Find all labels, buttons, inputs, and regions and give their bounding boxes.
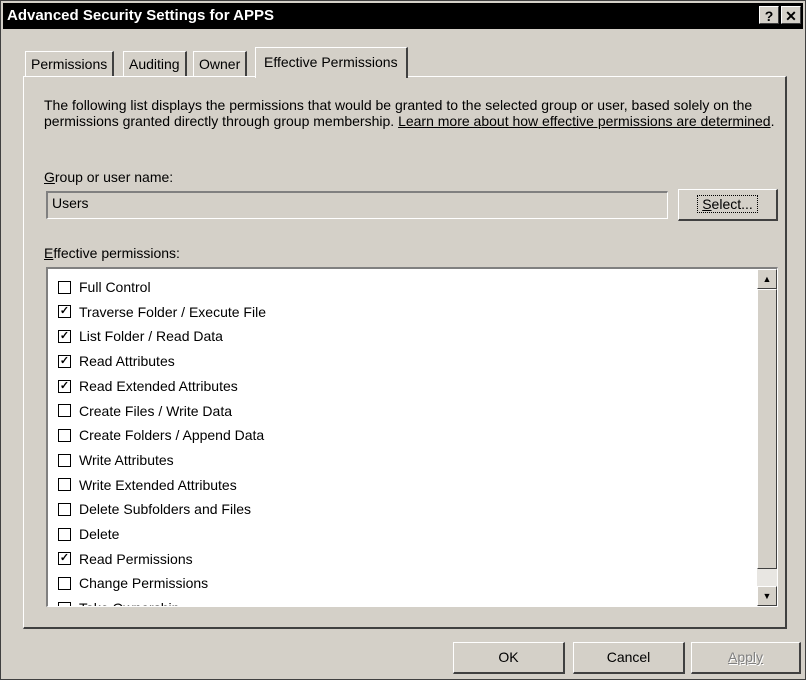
ok-button[interactable]: OK (453, 642, 565, 674)
permission-row[interactable]: Change Permissions (58, 571, 208, 595)
vertical-scrollbar[interactable]: ▲ ▼ (757, 269, 777, 606)
scroll-up-icon[interactable]: ▲ (757, 269, 777, 289)
group-name-field[interactable]: Users (46, 191, 668, 219)
permission-row[interactable]: ✓ Read Permissions (58, 547, 193, 571)
permission-row[interactable]: Write Extended Attributes (58, 473, 237, 497)
tab-permissions[interactable]: Permissions (25, 51, 115, 77)
permission-row[interactable]: Write Attributes (58, 448, 174, 472)
unchecked-box-icon[interactable] (58, 404, 71, 418)
permission-label: Create Files / Write Data (79, 402, 233, 419)
window-title: Advanced Security Settings for APPS (7, 7, 275, 24)
permission-label: Full Control (79, 279, 151, 295)
permission-label: Write Extended Attributes (79, 476, 237, 493)
permission-label: Delete Subfolders and Files (79, 501, 251, 518)
permission-label: List Folder / Read Data (79, 328, 223, 345)
scroll-thumb[interactable] (757, 289, 777, 569)
checked-box-icon[interactable]: ✓ (58, 354, 71, 368)
permission-row[interactable]: Create Files / Write Data (58, 399, 232, 423)
tab-effective-permissions[interactable]: Effective Permissions (255, 47, 408, 78)
select-button[interactable]: Select... (678, 189, 778, 221)
permission-label: Traverse Folder / Execute File (79, 303, 266, 320)
unchecked-box-icon[interactable] (58, 503, 71, 517)
apply-label: Apply (727, 649, 764, 665)
permission-label: Read Attributes (79, 353, 175, 370)
permission-row[interactable]: ✓ List Folder / Read Data (58, 324, 223, 348)
unchecked-box-icon[interactable] (58, 280, 71, 294)
permission-label: Read Permissions (79, 550, 193, 567)
learn-more-link[interactable]: Learn more about how effective permissio… (398, 113, 771, 129)
permission-label: Create Folders / Append Data (79, 427, 265, 444)
permission-row[interactable]: Full Control (58, 275, 151, 299)
permissions-list[interactable]: ▲ ▼ Full Control ✓ Traverse Folder / Execu… (46, 267, 778, 607)
unchecked-box-icon[interactable] (58, 478, 71, 492)
permission-row[interactable]: Delete (58, 522, 119, 546)
effective-permissions-label: Effective permissions: (44, 245, 180, 261)
group-label-access-key: G (44, 169, 55, 185)
permission-row[interactable]: Take Ownership (58, 596, 179, 606)
permission-label: Delete (79, 526, 120, 542)
permission-row[interactable]: Create Folders / Append Data (58, 423, 264, 447)
cancel-button[interactable]: Cancel (573, 642, 685, 674)
permission-row[interactable]: ✓ Read Extended Attributes (58, 374, 238, 398)
group-name-label: Group or user name: (44, 169, 173, 185)
permission-label: Read Extended Attributes (79, 377, 238, 394)
select-label: elect... (711, 196, 753, 212)
permission-label: Take Ownership (79, 600, 179, 606)
scroll-down-icon[interactable]: ▼ (757, 586, 777, 606)
unchecked-box-icon[interactable] (58, 601, 71, 606)
group-label-text: roup or user name: (54, 169, 174, 185)
unchecked-box-icon[interactable] (58, 527, 71, 541)
permission-row[interactable]: Delete Subfolders and Files (58, 497, 251, 521)
unchecked-box-icon[interactable] (58, 453, 71, 467)
select-access-key: S (702, 196, 712, 212)
unchecked-box-icon[interactable] (58, 577, 71, 591)
effective-label-text: ffective permissions: (53, 245, 180, 261)
unchecked-box-icon[interactable] (58, 428, 71, 442)
apply-button[interactable]: Apply (691, 642, 801, 674)
close-button[interactable]: ✕ (781, 6, 801, 24)
checked-box-icon[interactable]: ✓ (58, 379, 71, 393)
permission-row[interactable]: ✓ Traverse Folder / Execute File (58, 300, 266, 324)
checked-box-icon[interactable]: ✓ (58, 305, 71, 319)
effective-label-access-key: E (44, 245, 54, 261)
description-text: The following list displays the permissi… (44, 97, 784, 129)
permission-row[interactable]: ✓ Read Attributes (58, 349, 175, 373)
permission-label: Write Attributes (79, 451, 174, 468)
description-suffix: . (770, 113, 775, 129)
help-button[interactable]: ? (759, 6, 779, 24)
effective-permissions-panel: The following list displays the permissi… (23, 76, 787, 629)
checked-box-icon[interactable]: ✓ (58, 552, 71, 566)
title-bar: Advanced Security Settings for APPS ? ✕ (3, 3, 803, 29)
tab-auditing[interactable]: Auditing (123, 51, 187, 77)
tab-owner[interactable]: Owner (193, 51, 248, 77)
security-settings-dialog: Advanced Security Settings for APPS ? ✕ … (0, 0, 806, 680)
permission-label: Change Permissions (79, 575, 209, 592)
checked-box-icon[interactable]: ✓ (58, 330, 71, 344)
